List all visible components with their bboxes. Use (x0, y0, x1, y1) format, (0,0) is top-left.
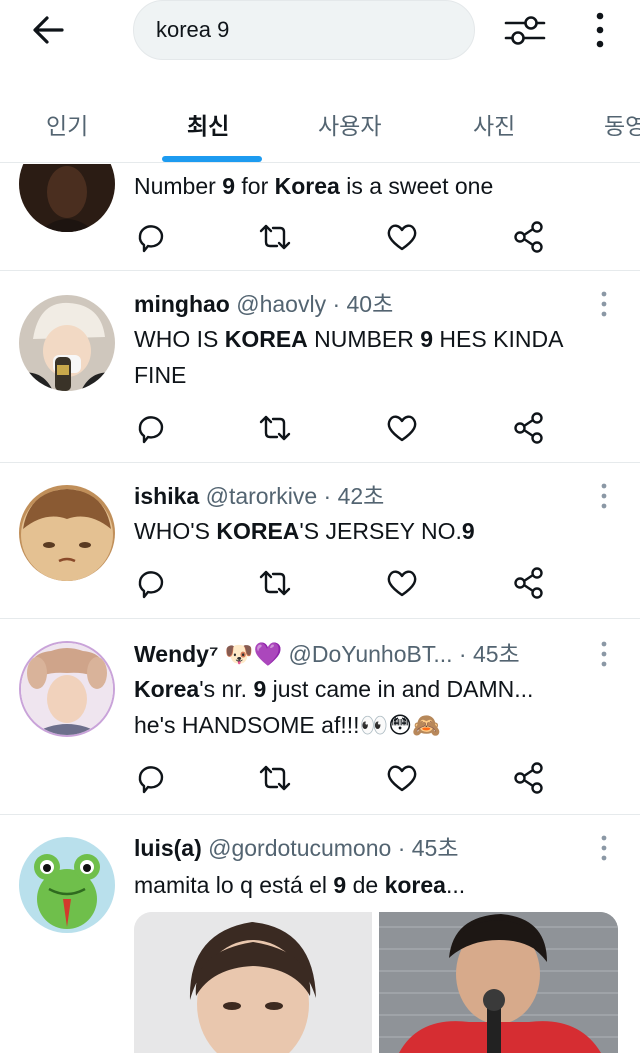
like-heart-icon[interactable] (385, 566, 419, 600)
handle[interactable]: @haovly (236, 291, 326, 317)
share-icon[interactable] (512, 566, 546, 600)
tweet-actions (134, 411, 554, 445)
avatar[interactable] (19, 641, 115, 737)
search-filter-icon[interactable] (500, 10, 550, 50)
tweet-more-icon[interactable] (598, 483, 610, 509)
tweet-text: mamita lo q está el 9 de korea... (134, 872, 466, 898)
timestamp[interactable]: · 40초 (332, 291, 393, 317)
timestamp[interactable]: · 45초 (459, 641, 520, 667)
avatar[interactable] (19, 164, 115, 232)
more-options-icon[interactable] (588, 8, 612, 52)
display-name[interactable]: minghao (134, 291, 230, 317)
tab-latest[interactable]: 최신 (187, 107, 229, 141)
search-query: korea 9 (156, 17, 230, 42)
tweet-actions (134, 761, 554, 795)
search-tabs: 인기 최신 사용자 사진 동영 (0, 60, 640, 163)
handle[interactable]: @DoYunhoBT... (289, 641, 453, 667)
tweet-more-icon[interactable] (598, 641, 610, 667)
tweet-actions (134, 566, 554, 600)
handle[interactable]: @gordotucumono (208, 835, 391, 861)
tweet-text: Korea's nr. 9 just came in and DAMN... he… (134, 676, 534, 738)
tweet-text: WHO'S KOREA'S JERSEY NO.9 (134, 518, 475, 544)
share-icon[interactable] (512, 411, 546, 445)
tweet[interactable]: Wendy⁷ 🐶💜 @DoYunhoBT... · 45초 Korea's nr… (0, 619, 640, 815)
tweet-actions (134, 220, 554, 254)
like-heart-icon[interactable] (385, 411, 419, 445)
retweet-icon[interactable] (258, 566, 292, 600)
handle[interactable]: @tarorkive (206, 483, 318, 509)
display-name[interactable]: luis(a) (134, 835, 202, 861)
tweet-text: WHO IS KOREA NUMBER 9 HES KINDA FINE (134, 326, 563, 388)
tab-videos[interactable]: 동영 (604, 107, 640, 141)
tweet-media[interactable] (134, 912, 618, 1053)
tab-popular[interactable]: 인기 (46, 107, 88, 141)
media-photo[interactable] (134, 912, 372, 1053)
tab-photos[interactable]: 사진 (473, 107, 515, 141)
retweet-icon[interactable] (258, 761, 292, 795)
tweet-header: ishika @tarorkive · 42초 (134, 477, 384, 511)
timestamp[interactable]: · 45초 (398, 835, 459, 861)
tweet-header: luis(a) @gordotucumono · 45초 (134, 829, 459, 863)
reply-icon[interactable] (134, 411, 168, 445)
avatar[interactable] (19, 485, 115, 581)
tab-people[interactable]: 사용자 (318, 107, 381, 141)
share-icon[interactable] (512, 761, 546, 795)
tweet-feed[interactable]: Number 9 for Korea is a sweet one mingha… (0, 164, 640, 1053)
display-name[interactable]: ishika (134, 483, 199, 509)
tweet-more-icon[interactable] (598, 291, 610, 317)
like-heart-icon[interactable] (385, 220, 419, 254)
active-tab-indicator (162, 156, 262, 162)
like-heart-icon[interactable] (385, 761, 419, 795)
reply-icon[interactable] (134, 220, 168, 254)
tweet-header: Wendy⁷ 🐶💜 @DoYunhoBT... · 45초 (134, 635, 520, 669)
top-bar: korea 9 (0, 0, 640, 60)
back-arrow-icon[interactable] (28, 12, 68, 48)
reply-icon[interactable] (134, 566, 168, 600)
tweet-header: minghao @haovly · 40초 (134, 285, 393, 319)
search-input[interactable]: korea 9 (133, 0, 475, 60)
timestamp[interactable]: · 42초 (324, 483, 385, 509)
media-photo[interactable] (379, 912, 618, 1053)
tweet[interactable]: Number 9 for Korea is a sweet one (0, 164, 640, 271)
reply-icon[interactable] (134, 761, 168, 795)
name-emoji: 🐶💜 (224, 641, 283, 667)
share-icon[interactable] (512, 220, 546, 254)
tweet[interactable]: ishika @tarorkive · 42초 WHO'S KOREA'S JE… (0, 463, 640, 619)
retweet-icon[interactable] (258, 220, 292, 254)
tweet-text: Number 9 for Korea is a sweet one (134, 173, 494, 199)
tweet-more-icon[interactable] (598, 835, 610, 861)
display-name[interactable]: Wendy⁷ (134, 641, 218, 667)
retweet-icon[interactable] (258, 411, 292, 445)
avatar[interactable] (19, 837, 115, 933)
tweet[interactable]: minghao @haovly · 40초 WHO IS KOREA NUMBE… (0, 271, 640, 463)
avatar[interactable] (19, 295, 115, 391)
